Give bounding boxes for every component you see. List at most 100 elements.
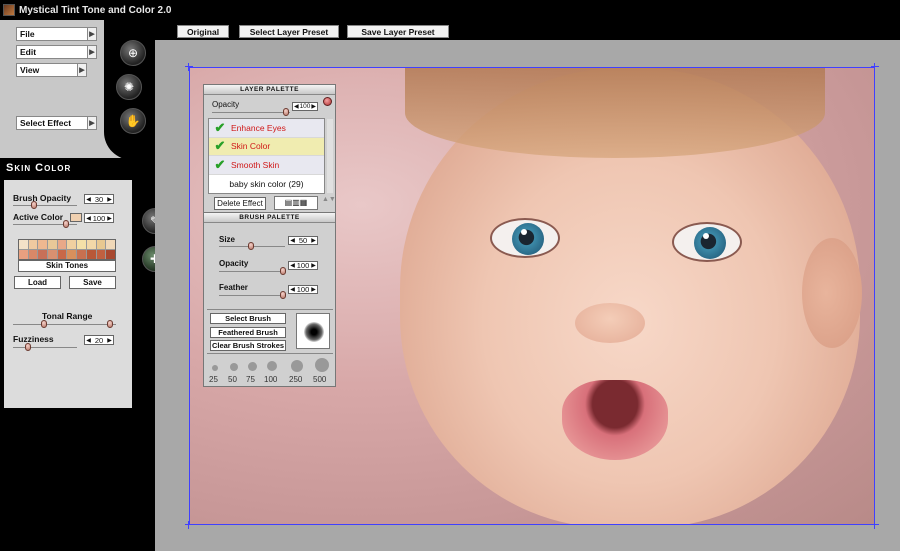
brush-opacity-track xyxy=(219,271,285,272)
checkmark-icon[interactable]: ✔ xyxy=(209,120,231,136)
skin-tone-swatch[interactable] xyxy=(57,240,67,249)
feather-stepper[interactable]: ◀ 100 ▶ xyxy=(288,285,318,294)
skin-tone-swatch[interactable] xyxy=(96,240,106,249)
skin-tone-swatch[interactable] xyxy=(28,240,38,249)
select-effect-button[interactable]: Select Effect ▶ xyxy=(16,116,97,130)
view-menu-label: View xyxy=(20,65,40,75)
brush-size-slider[interactable] xyxy=(248,242,254,250)
layer-row[interactable]: ✔ Skin Color xyxy=(209,137,324,156)
left-arrow-icon[interactable]: ◀ xyxy=(289,237,296,244)
skin-tone-swatch[interactable] xyxy=(106,240,115,249)
skin-tone-swatch[interactable] xyxy=(48,240,57,249)
view-menu-button[interactable]: View ▶ xyxy=(16,63,87,77)
brush-opacity-slider[interactable] xyxy=(31,201,37,209)
right-arrow-icon[interactable]: ▶ xyxy=(310,286,317,293)
tonal-range-min-slider[interactable] xyxy=(41,320,47,328)
select-layer-preset-button[interactable]: Select Layer Preset xyxy=(239,25,339,38)
scroll-arrows-icon[interactable]: ▲▼ xyxy=(322,196,336,210)
layer-palette-title[interactable]: LAYER PALETTE xyxy=(204,85,335,95)
skin-tone-swatch[interactable] xyxy=(67,250,77,259)
loading-icon[interactable]: ✺ xyxy=(116,74,142,100)
layer-list-scrollbar[interactable] xyxy=(327,119,333,193)
skin-tone-swatch[interactable] xyxy=(106,250,115,259)
layer-opacity-slider[interactable] xyxy=(283,108,289,116)
left-arrow-icon[interactable]: ◀ xyxy=(289,262,296,269)
right-arrow-icon[interactable]: ▶ xyxy=(106,196,113,203)
checkmark-icon[interactable]: ✔ xyxy=(209,138,231,154)
brush-opacity-slider[interactable] xyxy=(280,267,286,275)
brush-opacity-stepper[interactable]: ◀ 100 ▶ xyxy=(288,261,318,270)
right-arrow-icon[interactable]: ▶ xyxy=(310,237,317,244)
skin-tone-swatch[interactable] xyxy=(96,250,106,259)
tonal-range-max-slider[interactable] xyxy=(107,320,113,328)
layer-opacity-stepper[interactable]: ◀ 100 ▶ xyxy=(292,102,318,111)
right-arrow-icon[interactable]: ▶ xyxy=(106,337,113,344)
load-button[interactable]: Load xyxy=(14,276,61,289)
active-color-swatch[interactable] xyxy=(70,213,82,222)
tonal-range-label: Tonal Range xyxy=(42,311,93,321)
left-arrow-icon[interactable]: ◀ xyxy=(85,337,92,344)
crop-handle-icon[interactable] xyxy=(185,521,193,529)
brush-size-25-icon[interactable] xyxy=(212,365,218,371)
checkmark-icon[interactable]: ✔ xyxy=(209,157,231,173)
right-arrow-icon[interactable]: ▶ xyxy=(106,215,113,222)
skin-tone-swatch[interactable] xyxy=(38,240,48,249)
ear-shape xyxy=(802,238,862,348)
skin-tone-swatch[interactable] xyxy=(67,240,77,249)
skin-tone-swatch[interactable] xyxy=(57,250,67,259)
skin-tone-swatch[interactable] xyxy=(86,250,96,259)
skin-tone-swatch[interactable] xyxy=(28,250,38,259)
layer-tools-icon[interactable]: ▤▥▦ xyxy=(274,196,318,210)
brush-size-100-icon[interactable] xyxy=(267,361,277,371)
zoom-icon[interactable]: ⊕ xyxy=(120,40,146,66)
original-button[interactable]: Original xyxy=(177,25,229,38)
right-arrow-icon[interactable]: ▶ xyxy=(310,262,317,269)
feather-slider[interactable] xyxy=(280,291,286,299)
right-arrow-icon[interactable]: ▶ xyxy=(310,103,317,110)
skin-tone-swatch[interactable] xyxy=(19,250,28,259)
skin-tone-swatch[interactable] xyxy=(38,250,48,259)
fuzziness-stepper[interactable]: ◀ 20 ▶ xyxy=(84,335,114,345)
feathered-brush-button[interactable]: Feathered Brush xyxy=(210,327,286,338)
brush-size-75-icon[interactable] xyxy=(248,362,257,371)
file-menu-button[interactable]: File ▶ xyxy=(16,27,97,41)
skin-tone-swatch[interactable] xyxy=(19,240,28,249)
layer-list: ✔ Enhance Eyes ✔ Skin Color ✔ Smooth Ski… xyxy=(208,118,325,194)
skin-tone-swatch[interactable] xyxy=(86,240,96,249)
close-icon[interactable] xyxy=(323,97,332,106)
crop-handle-icon[interactable] xyxy=(185,63,193,71)
chevron-right-icon: ▶ xyxy=(77,63,87,77)
skin-tone-swatch[interactable] xyxy=(77,250,86,259)
skin-tone-swatch[interactable] xyxy=(48,250,57,259)
preset-row[interactable]: baby skin color (29) xyxy=(209,175,324,194)
hand-icon[interactable]: ✋ xyxy=(120,108,146,134)
brush-size-stepper[interactable]: ◀ 50 ▶ xyxy=(288,236,318,245)
left-arrow-icon[interactable]: ◀ xyxy=(85,196,92,203)
brush-opacity-stepper[interactable]: ◀ 30 ▶ xyxy=(84,194,114,204)
crop-handle-icon[interactable] xyxy=(871,521,879,529)
skin-tone-swatch[interactable] xyxy=(77,240,86,249)
chevron-right-icon: ▶ xyxy=(87,45,97,59)
brush-opacity-label: Opacity xyxy=(219,259,249,268)
crop-handle-icon[interactable] xyxy=(871,63,879,71)
left-iris xyxy=(512,223,544,255)
active-color-stepper[interactable]: ◀ 100 ▶ xyxy=(84,213,114,223)
delete-effect-button[interactable]: Delete Effect xyxy=(214,197,266,210)
active-color-slider[interactable] xyxy=(63,220,69,228)
select-brush-button[interactable]: Select Brush xyxy=(210,313,286,324)
brush-palette-title[interactable]: BRUSH PALETTE xyxy=(204,213,335,223)
brush-size-250-icon[interactable] xyxy=(291,360,303,372)
mouth-shape xyxy=(562,380,668,460)
left-arrow-icon[interactable]: ◀ xyxy=(289,286,296,293)
left-arrow-icon[interactable]: ◀ xyxy=(85,215,92,222)
brush-size-500-icon[interactable] xyxy=(315,358,329,372)
brush-size-50-icon[interactable] xyxy=(230,363,238,371)
save-button[interactable]: Save xyxy=(69,276,116,289)
save-layer-preset-button[interactable]: Save Layer Preset xyxy=(347,25,449,38)
edit-menu-button[interactable]: Edit ▶ xyxy=(16,45,97,59)
layer-row[interactable]: ✔ Enhance Eyes xyxy=(209,119,324,138)
clear-brush-strokes-button[interactable]: Clear Brush Strokes xyxy=(210,340,286,351)
fuzziness-slider[interactable] xyxy=(25,343,31,351)
skin-tone-grid[interactable] xyxy=(18,239,116,260)
layer-row[interactable]: ✔ Smooth Skin xyxy=(209,156,324,175)
